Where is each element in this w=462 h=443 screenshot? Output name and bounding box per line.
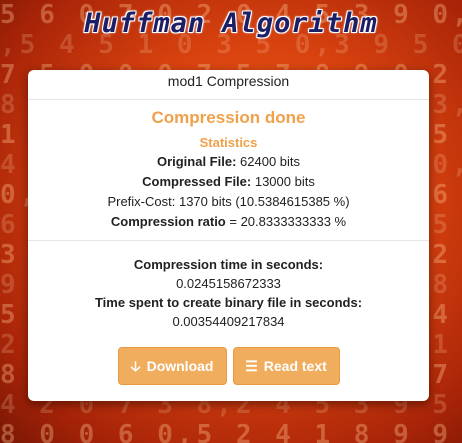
compressed-file-label: Compressed File: [142, 174, 252, 189]
app-header: Huffman Algorithm [0, 8, 462, 39]
app-logo: Huffman Algorithm [84, 8, 378, 39]
original-file-value: 62400 bits [236, 154, 301, 169]
background-digit-row: 8 0 0 6 0,5 2 4 1 8 9 9 9,0 [0, 420, 462, 443]
action-buttons: 🡣 Download ☰ Read text [28, 347, 429, 385]
statistics-section: Compression done Statistics Original Fil… [28, 107, 429, 241]
modal-title: mod1 Compression [28, 70, 429, 100]
compression-time-value: 0.0245158672333 [176, 276, 281, 291]
compression-modal: mod1 Compression Compression done Statis… [28, 70, 429, 401]
statistics-heading: Statistics [199, 135, 258, 150]
compression-done-heading: Compression done [151, 108, 306, 127]
compressed-file-line: Compressed File: 13000 bits [28, 172, 429, 192]
compression-ratio-value: = 20.8333333333 % [225, 214, 347, 229]
binary-time-label: Time spent to create binary file in seco… [94, 295, 363, 310]
download-button[interactable]: 🡣 Download [117, 347, 227, 385]
download-button-label: Download [146, 358, 214, 374]
compression-ratio-label: Compression ratio [110, 214, 226, 229]
download-arrow-icon: 🡣 [130, 358, 141, 374]
compressed-file-value: 13000 bits [251, 174, 315, 189]
compression-time-label: Compression time in seconds: [133, 257, 324, 272]
read-text-button[interactable]: ☰ Read text [232, 347, 340, 385]
prefix-cost-line: Prefix-Cost: 1370 bits (10.5384615385 %) [107, 194, 350, 209]
binary-time-value: 0.00354409217834 [172, 314, 285, 329]
compression-ratio-line: Compression ratio = 20.8333333333 % [28, 212, 429, 232]
original-file-line: Original File: 62400 bits [28, 152, 429, 172]
list-lines-icon: ☰ [245, 358, 258, 374]
timing-section: Compression time in seconds: 0.024515867… [28, 241, 429, 385]
original-file-label: Original File: [156, 154, 237, 169]
read-text-button-label: Read text [263, 358, 327, 374]
